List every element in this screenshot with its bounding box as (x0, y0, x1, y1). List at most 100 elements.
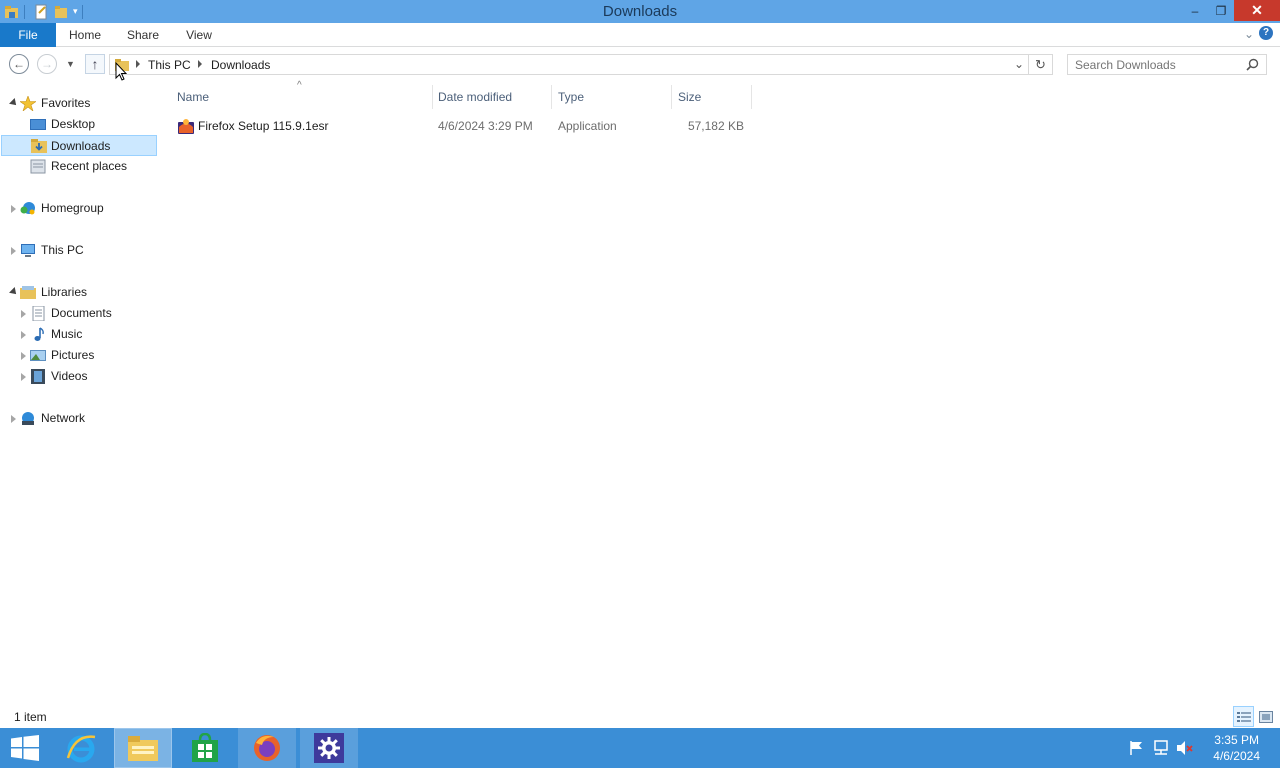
volume-muted-icon[interactable] (1176, 740, 1194, 756)
collapse-icon[interactable] (9, 98, 19, 108)
minimize-button[interactable]: ‒ (1182, 0, 1208, 21)
tab-share[interactable]: Share (122, 23, 164, 47)
column-divider[interactable] (751, 85, 752, 109)
tab-view[interactable]: View (180, 23, 218, 47)
nav-homegroup[interactable]: Homegroup (0, 198, 156, 219)
window-controls: ‒ ❐ ✕ (1182, 0, 1280, 23)
nav-downloads[interactable]: Downloads (1, 135, 157, 156)
recent-places-icon (30, 159, 46, 174)
videos-icon (31, 369, 45, 384)
breadcrumb-separator-icon[interactable] (136, 60, 140, 68)
expand-icon[interactable] (21, 352, 26, 360)
column-header-type[interactable]: Type (558, 85, 670, 109)
start-button[interactable] (0, 728, 50, 768)
file-row[interactable]: Firefox Setup 115.9.1esr 4/6/2024 3:29 P… (170, 115, 752, 137)
taskbar-firefox[interactable] (238, 728, 296, 768)
collapse-icon[interactable] (9, 287, 19, 297)
expand-icon[interactable] (11, 415, 16, 423)
breadcrumb-separator-icon[interactable] (198, 60, 202, 68)
nav-documents[interactable]: Documents (0, 303, 156, 324)
file-date-modified: 4/6/2024 3:29 PM (438, 119, 533, 133)
desktop-icon (30, 119, 46, 130)
help-icon[interactable]: ? (1259, 26, 1273, 40)
taskbar-store[interactable] (176, 728, 234, 768)
back-arrow-icon: ← (13, 57, 25, 71)
nav-pictures[interactable]: Pictures (0, 345, 156, 366)
column-header-date-modified[interactable]: Date modified (438, 85, 550, 109)
downloads-folder-icon (31, 139, 47, 153)
search-icon[interactable] (1246, 58, 1259, 71)
nav-item-label: Network (41, 411, 86, 425)
forward-arrow-icon: → (41, 57, 53, 71)
network-tray-icon[interactable] (1152, 740, 1170, 756)
close-button[interactable]: ✕ (1234, 0, 1280, 21)
expand-icon[interactable] (21, 310, 26, 318)
address-bar[interactable]: This PC Downloads ⌄ (109, 54, 1029, 75)
nav-favorites[interactable]: Favorites (0, 93, 156, 114)
nav-music[interactable]: Music (0, 324, 156, 345)
firefox-icon (254, 735, 280, 761)
search-box[interactable] (1067, 54, 1267, 75)
documents-icon (32, 306, 45, 321)
up-button[interactable]: ↑ (85, 54, 105, 74)
navigation-pane: Favorites Desktop Downloads Recent place… (0, 90, 158, 705)
expand-icon[interactable] (11, 205, 16, 213)
nav-item-label: Desktop (51, 117, 96, 131)
tab-home[interactable]: Home (64, 23, 106, 47)
taskbar-internet-explorer[interactable] (52, 728, 110, 768)
expand-icon[interactable] (21, 373, 26, 381)
expand-icon[interactable] (21, 331, 26, 339)
restore-button[interactable]: ❐ (1208, 0, 1234, 21)
nav-recent-places[interactable]: Recent places (0, 156, 156, 177)
back-button[interactable]: ← (9, 54, 29, 74)
store-icon (192, 733, 218, 762)
nav-videos[interactable]: Videos (0, 366, 156, 387)
nav-item-label: Favorites (41, 96, 91, 110)
file-explorer-icon (128, 736, 158, 761)
nav-item-label: Documents (51, 306, 112, 320)
navigation-bar: ← → ▼ ↑ This PC Downloads ⌄ ↻ (0, 48, 1280, 81)
libraries-icon (20, 286, 36, 299)
status-bar: 1 item (0, 706, 1280, 728)
nav-item-label: This PC (41, 243, 84, 257)
breadcrumb-downloads[interactable]: Downloads (211, 58, 270, 72)
column-divider[interactable] (671, 85, 672, 109)
music-icon (34, 327, 44, 341)
up-arrow-icon: ↑ (91, 56, 99, 72)
column-header-name[interactable]: Name (177, 85, 432, 109)
action-center-flag-icon[interactable] (1128, 740, 1146, 756)
nav-item-label: Pictures (51, 348, 95, 362)
pictures-icon (30, 350, 46, 361)
nav-libraries[interactable]: Libraries (0, 282, 156, 303)
address-dropdown-icon[interactable]: ⌄ (1014, 57, 1024, 71)
nav-item-label: Libraries (41, 285, 88, 299)
recent-locations-dropdown[interactable]: ▼ (66, 59, 75, 69)
homegroup-icon (20, 202, 35, 215)
nav-this-pc[interactable]: This PC (0, 240, 156, 261)
taskbar-clock[interactable]: 3:35 PM 4/6/2024 (1213, 732, 1260, 764)
taskbar: 3:35 PM 4/6/2024 (0, 728, 1280, 768)
clock-date: 4/6/2024 (1213, 749, 1260, 763)
nav-desktop[interactable]: Desktop (0, 114, 156, 135)
forward-button[interactable]: → (37, 54, 57, 74)
nav-item-label: Recent places (51, 159, 128, 173)
file-type: Application (558, 119, 617, 133)
nav-network[interactable]: Network (0, 408, 156, 429)
nav-item-label: Homegroup (41, 201, 104, 215)
details-view-icon (1236, 711, 1251, 722)
column-divider[interactable] (551, 85, 552, 109)
details-view-button[interactable] (1233, 706, 1254, 727)
taskbar-file-explorer[interactable] (114, 728, 172, 768)
nav-item-label: Music (51, 327, 83, 341)
column-divider[interactable] (432, 85, 433, 109)
expand-ribbon-icon[interactable]: ⌄ (1244, 27, 1254, 41)
breadcrumb-this-pc[interactable]: This PC (148, 58, 191, 72)
expand-icon[interactable] (11, 247, 16, 255)
search-input[interactable] (1068, 55, 1238, 74)
tab-file[interactable]: File (0, 23, 56, 47)
refresh-button[interactable]: ↻ (1029, 54, 1053, 75)
large-icons-view-button[interactable] (1255, 706, 1276, 727)
column-header-size[interactable]: Size (678, 85, 750, 109)
mouse-cursor-icon (115, 62, 127, 81)
taskbar-settings[interactable] (300, 728, 358, 768)
